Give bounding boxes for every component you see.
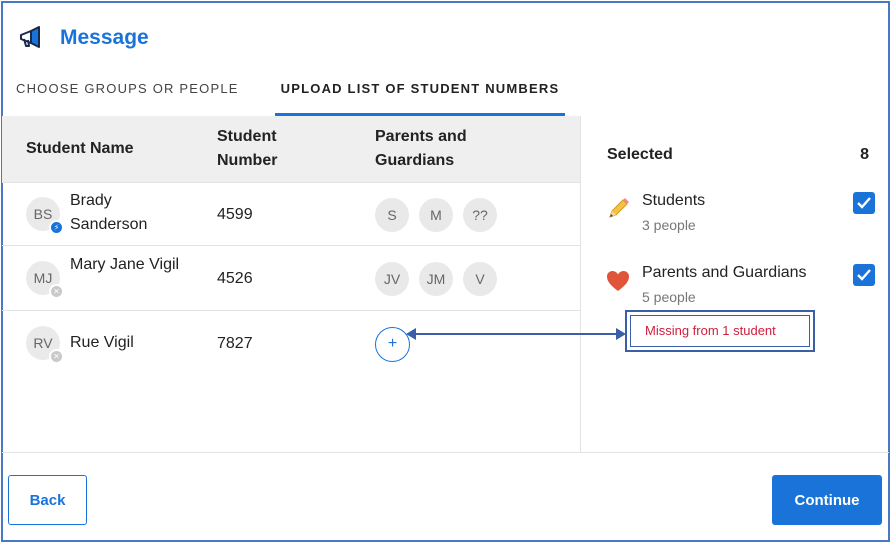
continue-button[interactable]: Continue <box>772 475 882 525</box>
missing-warning-text: Missing from 1 student <box>630 315 810 347</box>
parents-guardians-checkbox[interactable] <box>853 264 875 286</box>
tab-choose-groups[interactable]: CHOOSE GROUPS OR PEOPLE <box>16 72 239 116</box>
guardian-chip[interactable]: JV <box>375 262 409 296</box>
guardian-chip[interactable]: JM <box>419 262 453 296</box>
avatar: RV ✕ <box>26 326 64 364</box>
group-label: Students <box>642 192 706 209</box>
avatar-initials: RV <box>33 335 53 351</box>
student-number: 4599 <box>217 206 253 223</box>
page-title: Message <box>60 26 149 49</box>
group-label: Parents and Guardians <box>642 264 807 281</box>
table-row[interactable]: BS ⚡ Brady Sanderson 4599 S M ?? <box>2 182 580 246</box>
double-arrow-annotation <box>406 328 626 340</box>
avatar-initials: MJ <box>33 270 53 286</box>
guardian-chips: JV JM V <box>375 262 497 296</box>
selected-title: Selected <box>607 146 673 163</box>
guardian-chip[interactable]: ?? <box>463 198 497 232</box>
missing-warning-callout: Missing from 1 student <box>625 310 815 352</box>
table-row[interactable]: RV ✕ Rue Vigil 7827 + <box>2 312 580 376</box>
students-checkbox[interactable] <box>853 192 875 214</box>
avatar: MJ ✕ <box>26 261 64 299</box>
avatar-initials: BS <box>33 206 53 222</box>
checkmark-icon <box>857 269 871 281</box>
selected-count: 8 <box>860 146 869 163</box>
close-badge-icon: ✕ <box>49 284 64 299</box>
footer-divider <box>2 452 889 453</box>
close-badge-icon: ✕ <box>49 349 64 364</box>
header: Message <box>18 22 149 54</box>
guardian-chips: S M ?? <box>375 198 497 232</box>
student-name: Rue Vigil <box>70 334 134 351</box>
group-parents-guardians[interactable]: Parents and Guardians 5 people <box>605 264 875 314</box>
heart-icon <box>605 268 631 294</box>
guardian-chip[interactable]: M <box>419 198 453 232</box>
column-header-name: Student Name <box>26 140 134 157</box>
megaphone-icon <box>18 24 46 52</box>
checkmark-icon <box>857 197 871 209</box>
back-button[interactable]: Back <box>8 475 87 525</box>
lightning-badge-icon: ⚡ <box>49 220 64 235</box>
table-header: Student Name Student Number Parents and … <box>2 116 580 182</box>
student-name: Mary Jane Vigil <box>70 256 180 273</box>
guardian-chip[interactable]: S <box>375 198 409 232</box>
pencil-icon <box>605 196 631 222</box>
student-number: 4526 <box>217 270 253 287</box>
student-name: Brady Sanderson <box>70 192 148 233</box>
group-count: 3 people <box>642 217 696 233</box>
avatar: BS ⚡ <box>26 197 64 235</box>
column-header-guardians: Parents and Guardians <box>375 128 467 169</box>
students-table: Student Name Student Number Parents and … <box>2 116 580 452</box>
column-header-number: Student Number <box>217 128 278 169</box>
group-students[interactable]: Students 3 people <box>605 192 875 242</box>
tab-bar: CHOOSE GROUPS OR PEOPLE UPLOAD LIST OF S… <box>0 72 892 116</box>
guardian-chip[interactable]: V <box>463 262 497 296</box>
student-number: 7827 <box>217 335 253 352</box>
group-count: 5 people <box>642 289 696 305</box>
selected-panel: Selected 8 Students 3 people Parents and… <box>581 116 889 452</box>
tab-upload-list[interactable]: UPLOAD LIST OF STUDENT NUMBERS <box>275 72 565 116</box>
table-row[interactable]: MJ ✕ Mary Jane Vigil 4526 JV JM V <box>2 247 580 311</box>
